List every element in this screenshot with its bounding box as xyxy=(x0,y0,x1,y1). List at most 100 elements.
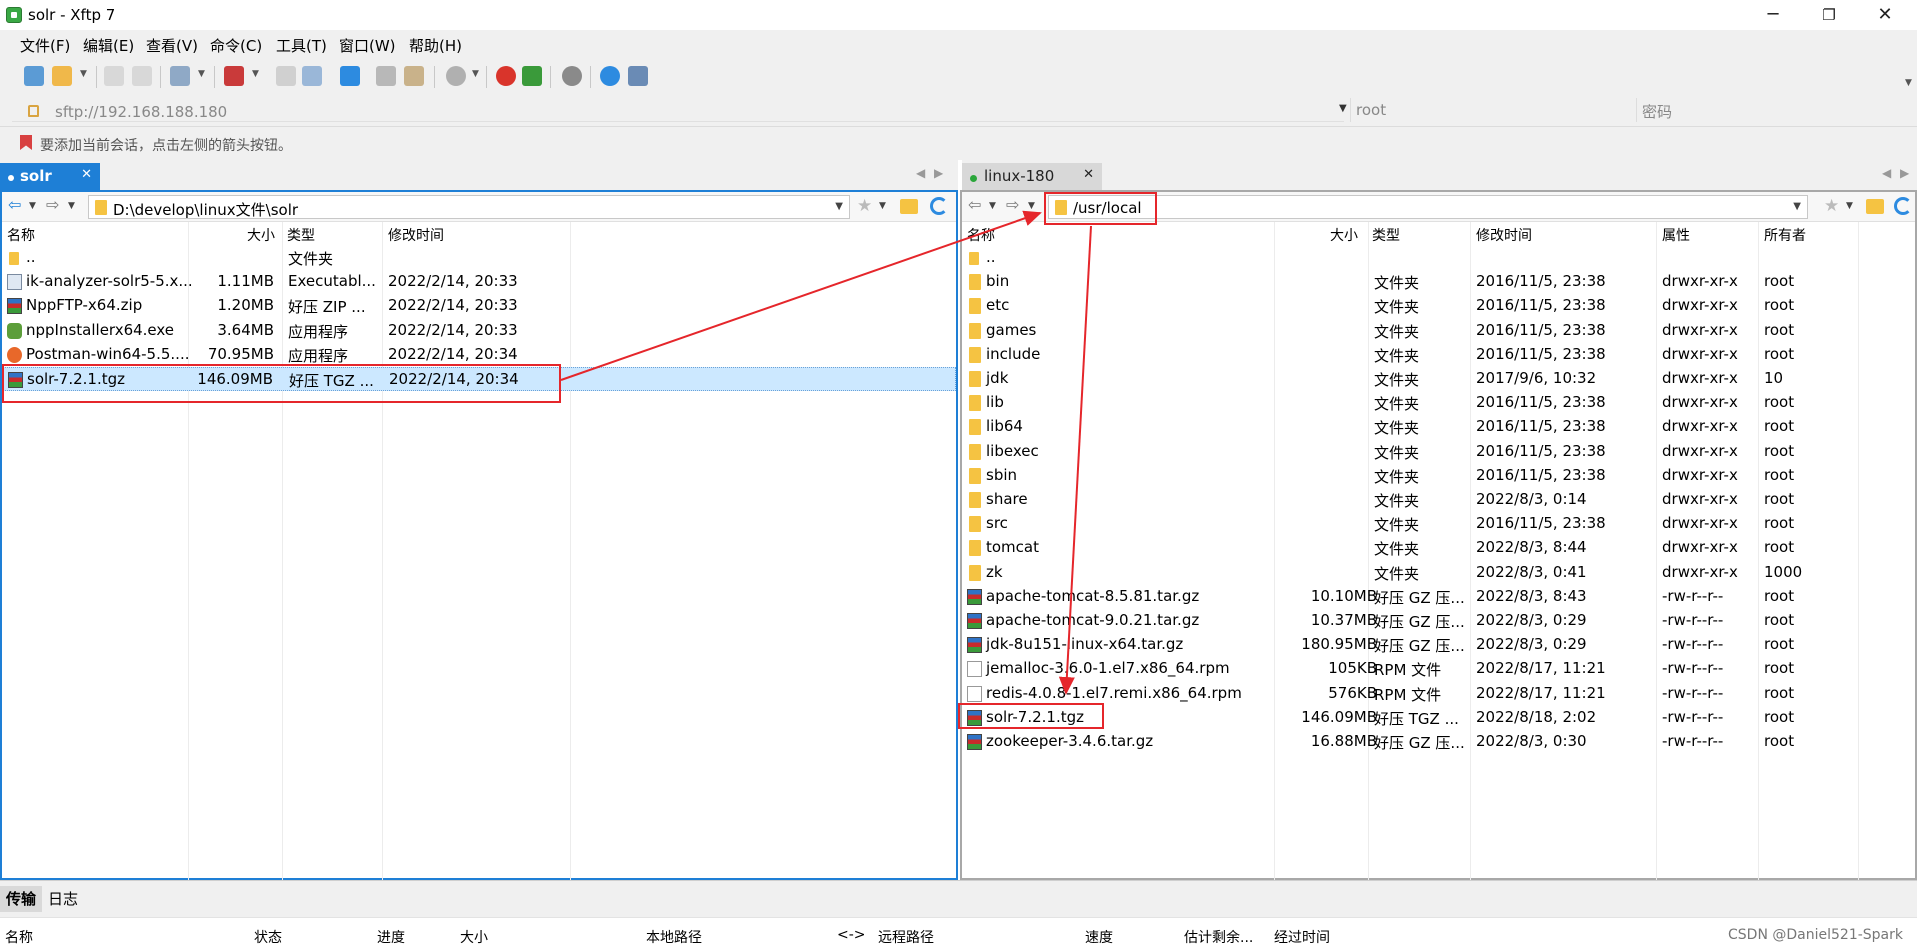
close-icon[interactable]: ✕ xyxy=(81,167,92,182)
col-progress[interactable]: 进度 xyxy=(377,927,405,947)
local-path-input[interactable]: D:\develop\linux文件\solr ▼ xyxy=(88,195,850,219)
tab-remote-linux-180[interactable]: linux-180 ✕ xyxy=(962,163,1102,190)
refresh-icon[interactable] xyxy=(1894,197,1912,215)
path-dropdown-icon[interactable]: ▼ xyxy=(1793,201,1801,212)
col-type[interactable]: 类型 xyxy=(1372,225,1400,245)
media-dropdown-icon[interactable]: ▼ xyxy=(252,69,259,79)
col-modified[interactable]: 修改时间 xyxy=(388,225,444,245)
col-local-path[interactable]: 本地路径 xyxy=(646,927,702,947)
file-row[interactable]: apache-tomcat-8.5.81.tar.gz 10.10MB 好压 GZ … xyxy=(962,585,1915,609)
file-row[interactable]: apache-tomcat-9.0.21.tar.gz 10.37MB 好压 GZ … xyxy=(962,609,1915,633)
tab-scroll-right-icon[interactable]: ▶ xyxy=(1900,166,1909,180)
close-icon[interactable]: ✕ xyxy=(1083,167,1094,182)
tab-local-solr[interactable]: solr ✕ xyxy=(0,163,100,190)
bookmark-icon[interactable] xyxy=(20,135,32,150)
username-input[interactable]: root xyxy=(1350,98,1634,122)
file-row[interactable]: src 文件夹 2016/11/5, 23:38 drwxr-xr-x root xyxy=(962,512,1915,536)
file-row[interactable]: etc 文件夹 2016/11/5, 23:38 drwxr-xr-x root xyxy=(962,294,1915,318)
xshell-icon[interactable] xyxy=(496,66,516,86)
file-row[interactable]: games 文件夹 2016/11/5, 23:38 drwxr-xr-x root xyxy=(962,319,1915,343)
col-speed[interactable]: 速度 xyxy=(1085,927,1113,947)
file-row[interactable]: bin 文件夹 2016/11/5, 23:38 drwxr-xr-x root xyxy=(962,270,1915,294)
forward-dropdown-icon[interactable]: ▼ xyxy=(1028,201,1035,211)
toolbar-overflow-icon[interactable]: ▼ xyxy=(1905,78,1912,88)
back-dropdown-icon[interactable]: ▼ xyxy=(989,201,996,211)
tab-scroll-left-icon[interactable]: ◀ xyxy=(1882,166,1891,180)
new-session-icon[interactable] xyxy=(24,66,44,86)
menu-help[interactable]: 帮助(H) xyxy=(409,35,462,56)
col-size[interactable]: 大小 xyxy=(1330,225,1358,245)
col-owner[interactable]: 所有者 xyxy=(1764,225,1806,245)
file-row[interactable]: share 文件夹 2022/8/3, 0:14 drwxr-xr-x root xyxy=(962,488,1915,512)
file-row[interactable]: sbin 文件夹 2016/11/5, 23:38 drwxr-xr-x root xyxy=(962,464,1915,488)
col-modified[interactable]: 修改时间 xyxy=(1476,225,1532,245)
home-folder-icon[interactable] xyxy=(900,199,918,214)
file-row[interactable]: jdk-8u151-linux-x64.tar.gz 180.95MB 好压 GZ … xyxy=(962,633,1915,657)
tab-transfer[interactable]: 传输 xyxy=(0,886,43,912)
favorites-dropdown-icon[interactable]: ▼ xyxy=(879,201,886,211)
col-direction[interactable]: <-> xyxy=(837,927,866,943)
file-row[interactable]: .. xyxy=(962,246,1915,270)
file-row[interactable]: jemalloc-3.6.0-1.el7.x86_64.rpm 105KB RPM … xyxy=(962,657,1915,681)
file-row[interactable]: nppInstallerx64.exe 3.64MB 应用程序 2022/2/14, … xyxy=(2,319,956,343)
back-arrow-icon[interactable]: ⇦ xyxy=(968,197,984,213)
file-row[interactable]: NppFTP-x64.zip 1.20MB 好压 ZIP ... 2022/2/14,… xyxy=(2,294,956,318)
file-row[interactable]: include 文件夹 2016/11/5, 23:38 drwxr-xr-x root xyxy=(962,343,1915,367)
tab-scroll-right-icon[interactable]: ▶ xyxy=(934,166,943,180)
status-icon[interactable] xyxy=(446,66,466,86)
home-folder-icon[interactable] xyxy=(1866,199,1884,214)
help-icon[interactable] xyxy=(600,66,620,86)
file-row[interactable]: lib64 文件夹 2016/11/5, 23:38 drwxr-xr-x root xyxy=(962,415,1915,439)
back-dropdown-icon[interactable]: ▼ xyxy=(29,201,36,211)
refresh-icon[interactable] xyxy=(930,197,948,215)
sync-icon[interactable] xyxy=(340,66,360,86)
col-elapsed[interactable]: 经过时间 xyxy=(1274,927,1330,947)
connect-icon[interactable] xyxy=(104,66,124,86)
open-folder-icon[interactable] xyxy=(52,66,72,86)
menu-view[interactable]: 查看(V) xyxy=(146,35,198,56)
file-row[interactable]: jdk 文件夹 2017/9/6, 10:32 drwxr-xr-x 10 xyxy=(962,367,1915,391)
col-remote-path[interactable]: 远程路径 xyxy=(878,927,934,947)
forward-arrow-icon[interactable]: ⇨ xyxy=(46,197,62,213)
menu-edit[interactable]: 编辑(E) xyxy=(83,35,134,56)
col-size[interactable]: 大小 xyxy=(247,225,275,245)
open-dropdown-icon[interactable]: ▼ xyxy=(80,69,87,79)
file-row[interactable]: tomcat 文件夹 2022/8/3, 8:44 drwxr-xr-x root xyxy=(962,536,1915,560)
media-icon[interactable] xyxy=(224,66,244,86)
chat-icon[interactable] xyxy=(628,66,648,86)
new-window-dropdown-icon[interactable]: ▼ xyxy=(198,69,205,79)
file-row[interactable]: .. 文件夹 xyxy=(2,246,956,270)
col-name[interactable]: 名称 xyxy=(7,225,35,245)
new-window-icon[interactable] xyxy=(170,66,190,86)
password-input[interactable]: 密码 xyxy=(1636,98,1917,122)
file-row[interactable]: libexec 文件夹 2016/11/5, 23:38 drwxr-xr-x root xyxy=(962,440,1915,464)
copy-icon[interactable] xyxy=(376,66,396,86)
tab-scroll-left-icon[interactable]: ◀ xyxy=(916,166,925,180)
minimize-button[interactable]: ─ xyxy=(1745,0,1801,30)
file-row[interactable]: ik-analyzer-solr5-5.x... 1.11MB Executabl.… xyxy=(2,270,956,294)
gear-icon[interactable] xyxy=(562,66,582,86)
host-dropdown-icon[interactable]: ▼ xyxy=(1339,103,1347,114)
file-row[interactable]: zookeeper-3.4.6.tar.gz 16.88MB 好压 GZ 压... 2… xyxy=(962,730,1915,754)
host-input[interactable]: sftp://192.168.188.180 ▼ xyxy=(12,98,1347,122)
file-row[interactable]: redis-4.0.8-1.el7.remi.x86_64.rpm 576KB RP… xyxy=(962,682,1915,706)
col-permissions[interactable]: 属性 xyxy=(1662,225,1690,245)
forward-arrow-icon[interactable]: ⇨ xyxy=(1006,197,1022,213)
tab-log[interactable]: 日志 xyxy=(42,886,84,912)
disconnect-icon[interactable] xyxy=(132,66,152,86)
star-icon[interactable]: ★ xyxy=(1824,196,1839,216)
path-dropdown-icon[interactable]: ▼ xyxy=(835,201,843,212)
star-icon[interactable]: ★ xyxy=(857,196,872,216)
favorites-dropdown-icon[interactable]: ▼ xyxy=(1846,201,1853,211)
transfer-icon[interactable] xyxy=(302,66,322,86)
status-dropdown-icon[interactable]: ▼ xyxy=(472,69,479,79)
close-button[interactable]: ✕ xyxy=(1857,0,1913,30)
menu-file[interactable]: 文件(F) xyxy=(20,35,70,56)
col-type[interactable]: 类型 xyxy=(287,225,315,245)
file-row[interactable]: lib 文件夹 2016/11/5, 23:38 drwxr-xr-x root xyxy=(962,391,1915,415)
paste-icon[interactable] xyxy=(404,66,424,86)
remote-path-input[interactable]: /usr/local ▼ xyxy=(1048,195,1808,219)
file-row[interactable]: solr-7.2.1.tgz 146.09MB 好压 TGZ ... 2022/8/1… xyxy=(962,706,1915,730)
col-name[interactable]: 名称 xyxy=(5,927,33,947)
menu-command[interactable]: 命令(C) xyxy=(210,35,262,56)
